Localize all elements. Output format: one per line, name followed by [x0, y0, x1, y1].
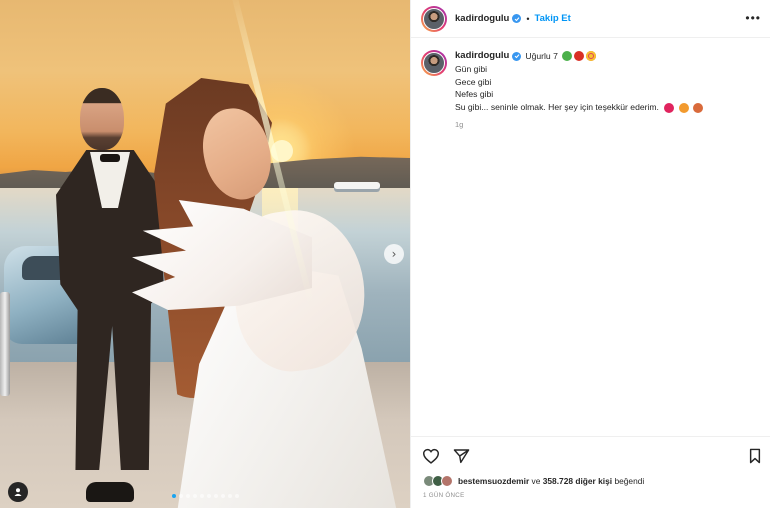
- tagged-users-button[interactable]: [8, 482, 28, 502]
- caption-line: Gece gibi: [455, 76, 492, 87]
- groom-head: [80, 88, 124, 150]
- likes-connector: ve: [531, 476, 541, 486]
- carousel-dot: [220, 494, 225, 498]
- carousel-dot: [227, 494, 232, 498]
- caption-headline: Uğurlu 7: [525, 51, 558, 61]
- liked-by-username[interactable]: bestemsuozdemir: [458, 476, 529, 486]
- caption-line: Nefes gibi: [455, 89, 494, 100]
- ladybug-icon: [573, 51, 584, 62]
- carousel-dot: [185, 494, 190, 498]
- bookmark-icon: [749, 448, 761, 464]
- avatar[interactable]: [421, 5, 447, 32]
- heart-icon: [693, 102, 704, 113]
- user-icon: [14, 488, 22, 496]
- groom-bowtie: [100, 154, 120, 162]
- caption-avatar[interactable]: [421, 50, 447, 76]
- caption-timestamp: 1g: [455, 119, 464, 129]
- caption-line: Su gibi... seninle olmak. Her şey için t…: [455, 102, 659, 113]
- likes-summary: bestemsuozdemir ve 358.728 diğer kişi be…: [423, 475, 644, 487]
- groom-shoe: [86, 482, 134, 502]
- save-button[interactable]: [745, 446, 765, 466]
- more-horizontal-icon[interactable]: •••: [745, 12, 761, 24]
- heart-outline-icon: [422, 448, 440, 464]
- post-header: kadirdogulu • Takip Et •••: [411, 0, 770, 38]
- pier-post: [0, 292, 10, 396]
- carousel-dot: [234, 494, 239, 498]
- carousel-dot: [206, 494, 211, 498]
- carousel-dot: [199, 494, 204, 498]
- post-photo[interactable]: ›: [0, 0, 410, 508]
- chevron-right-icon: ›: [391, 247, 397, 261]
- likes-suffix: beğendi: [614, 476, 645, 486]
- verified-badge-icon: [512, 51, 522, 61]
- verified-badge-icon: [512, 14, 522, 23]
- post-age: 1 GÜN ÖNCE: [423, 492, 465, 499]
- author-username[interactable]: kadirdogulu: [455, 13, 509, 24]
- flame-heart-icon: [678, 102, 689, 113]
- carousel-dot: [178, 494, 183, 498]
- heart-eyes-face-icon: [585, 51, 596, 62]
- carousel-dot: [213, 494, 218, 498]
- share-button[interactable]: [451, 446, 471, 466]
- red-heart-icon: [664, 102, 675, 113]
- carousel-dot: [171, 494, 176, 498]
- likes-others-count[interactable]: 358.728 diğer kişi: [543, 476, 612, 486]
- ferry-boat: [334, 182, 380, 192]
- separator-dot: •: [526, 13, 530, 24]
- post-details-panel: kadirdogulu • Takip Et ••• kadirdogulu U…: [410, 0, 770, 508]
- paper-plane-icon: [453, 449, 469, 464]
- caption-username[interactable]: kadirdogulu: [455, 50, 509, 63]
- carousel-indicator: [0, 494, 410, 498]
- caption-line-with-emojis: Su gibi... seninle olmak. Her şey için t…: [455, 101, 704, 114]
- carousel-next-button[interactable]: ›: [384, 244, 404, 264]
- post-caption: kadirdogulu Uğurlu 7 Gün gibi Gece gibi …: [421, 50, 761, 132]
- follow-button[interactable]: Takip Et: [535, 13, 571, 24]
- four-leaf-clover-icon: [561, 51, 572, 62]
- like-button[interactable]: [421, 446, 441, 466]
- liker-avatar[interactable]: [441, 475, 453, 487]
- caption-line: Gün gibi: [455, 63, 488, 74]
- action-bar: [411, 436, 770, 472]
- carousel-dot: [192, 494, 197, 498]
